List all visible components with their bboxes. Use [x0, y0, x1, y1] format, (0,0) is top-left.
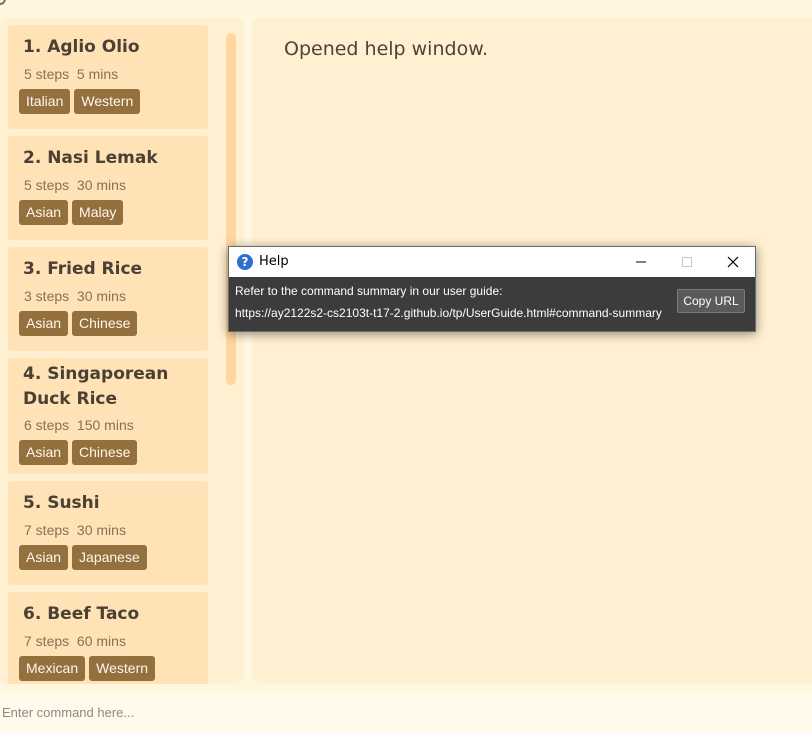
- tag: Mexican: [19, 656, 86, 681]
- close-button[interactable]: [710, 247, 756, 277]
- recipe-tags: Asian Chinese: [19, 440, 138, 465]
- recipe-title: 6. Beef Taco: [23, 604, 140, 624]
- recipe-steps: 7 steps: [24, 633, 70, 649]
- recipe-time: 30 mins: [76, 522, 126, 538]
- recipe-time: 30 mins: [76, 288, 126, 304]
- tag: Asian: [19, 200, 69, 225]
- recipe-meta: 7 steps 60 mins: [24, 633, 126, 649]
- recipe-meta: 7 steps 30 mins: [24, 522, 126, 538]
- tag: Asian: [19, 440, 69, 465]
- tag: Chinese: [72, 440, 138, 465]
- recipe-list-panel[interactable]: 1. Aglio Olio 5 steps 5 mins Italian Wes…: [0, 18, 244, 684]
- recipe-card[interactable]: 3. Fried Rice 3 steps 30 mins Asian Chin…: [8, 247, 208, 351]
- maximize-button[interactable]: [664, 247, 710, 277]
- recipe-card[interactable]: 6. Beef Taco 7 steps 60 mins Mexican Wes…: [8, 592, 208, 684]
- result-message: Opened help window.: [284, 38, 489, 60]
- recipe-time: 150 mins: [76, 417, 134, 433]
- tag: Malay: [72, 200, 124, 225]
- recipe-time: 5 mins: [76, 66, 119, 82]
- tag: Asian: [19, 311, 69, 336]
- recipe-steps: 6 steps: [24, 417, 70, 433]
- help-body: Refer to the command summary in our user…: [229, 277, 755, 331]
- recipe-card[interactable]: 2. Nasi Lemak 5 steps 30 mins Asian Mala…: [8, 136, 208, 240]
- tag: Chinese: [72, 311, 138, 336]
- recipe-meta: 3 steps 30 mins: [24, 288, 126, 304]
- recipe-steps: 7 steps: [24, 522, 70, 538]
- recipe-steps: 3 steps: [24, 288, 70, 304]
- command-input[interactable]: [0, 692, 812, 733]
- recipe-title: 4. Singaporean Duck Rice: [23, 364, 169, 409]
- recipe-meta: 6 steps 150 mins: [24, 417, 134, 433]
- recipe-meta: 5 steps 5 mins: [24, 66, 118, 82]
- copy-url-button[interactable]: Copy URL: [677, 289, 745, 313]
- command-box[interactable]: [0, 692, 812, 733]
- tag: Western: [89, 656, 156, 681]
- recipe-steps: 5 steps: [24, 66, 70, 82]
- result-display: Opened help window.: [252, 18, 812, 684]
- tag: Asian: [19, 545, 69, 570]
- recipe-meta: 5 steps 30 mins: [24, 177, 126, 193]
- recipe-card[interactable]: 1. Aglio Olio 5 steps 5 mins Italian Wes…: [8, 25, 208, 129]
- help-message: Refer to the command summary in our user…: [235, 284, 503, 298]
- recipe-title: 2. Nasi Lemak: [23, 148, 158, 168]
- question-icon: ?: [237, 254, 253, 270]
- minimize-icon: [636, 261, 646, 263]
- recipe-steps: 5 steps: [24, 177, 70, 193]
- recipe-time: 30 mins: [76, 177, 126, 193]
- close-icon: [727, 256, 739, 268]
- recipe-title: 5. Sushi: [23, 493, 100, 513]
- tag: Japanese: [72, 545, 147, 570]
- help-window[interactable]: ? Help Refer to the command summary in o…: [228, 246, 756, 332]
- recipe-tags: Asian Malay: [19, 200, 124, 225]
- top-strip: [0, 0, 812, 18]
- help-url: https://ay2122s2-cs2103t-t17-2.github.io…: [235, 306, 662, 320]
- app-icon: [0, 0, 6, 5]
- help-titlebar[interactable]: ? Help: [229, 247, 755, 277]
- recipe-card[interactable]: 5. Sushi 7 steps 30 mins Asian Japanese: [8, 481, 208, 585]
- tag: Western: [74, 89, 141, 114]
- recipe-tags: Asian Japanese: [19, 545, 147, 570]
- recipe-tags: Italian Western: [19, 89, 141, 114]
- recipe-tags: Asian Chinese: [19, 311, 138, 336]
- tag: Italian: [19, 89, 71, 114]
- recipe-title: 3. Fried Rice: [23, 259, 143, 279]
- minimize-button[interactable]: [618, 247, 664, 277]
- recipe-card[interactable]: 4. Singaporean Duck Rice 6 steps 150 min…: [8, 358, 208, 474]
- recipe-title: 1. Aglio Olio: [23, 37, 140, 57]
- list-scrollbar[interactable]: [226, 33, 236, 385]
- help-window-title: Help: [259, 254, 289, 269]
- recipe-time: 60 mins: [76, 633, 126, 649]
- recipe-tags: Mexican Western: [19, 656, 156, 681]
- maximize-icon: [682, 257, 692, 267]
